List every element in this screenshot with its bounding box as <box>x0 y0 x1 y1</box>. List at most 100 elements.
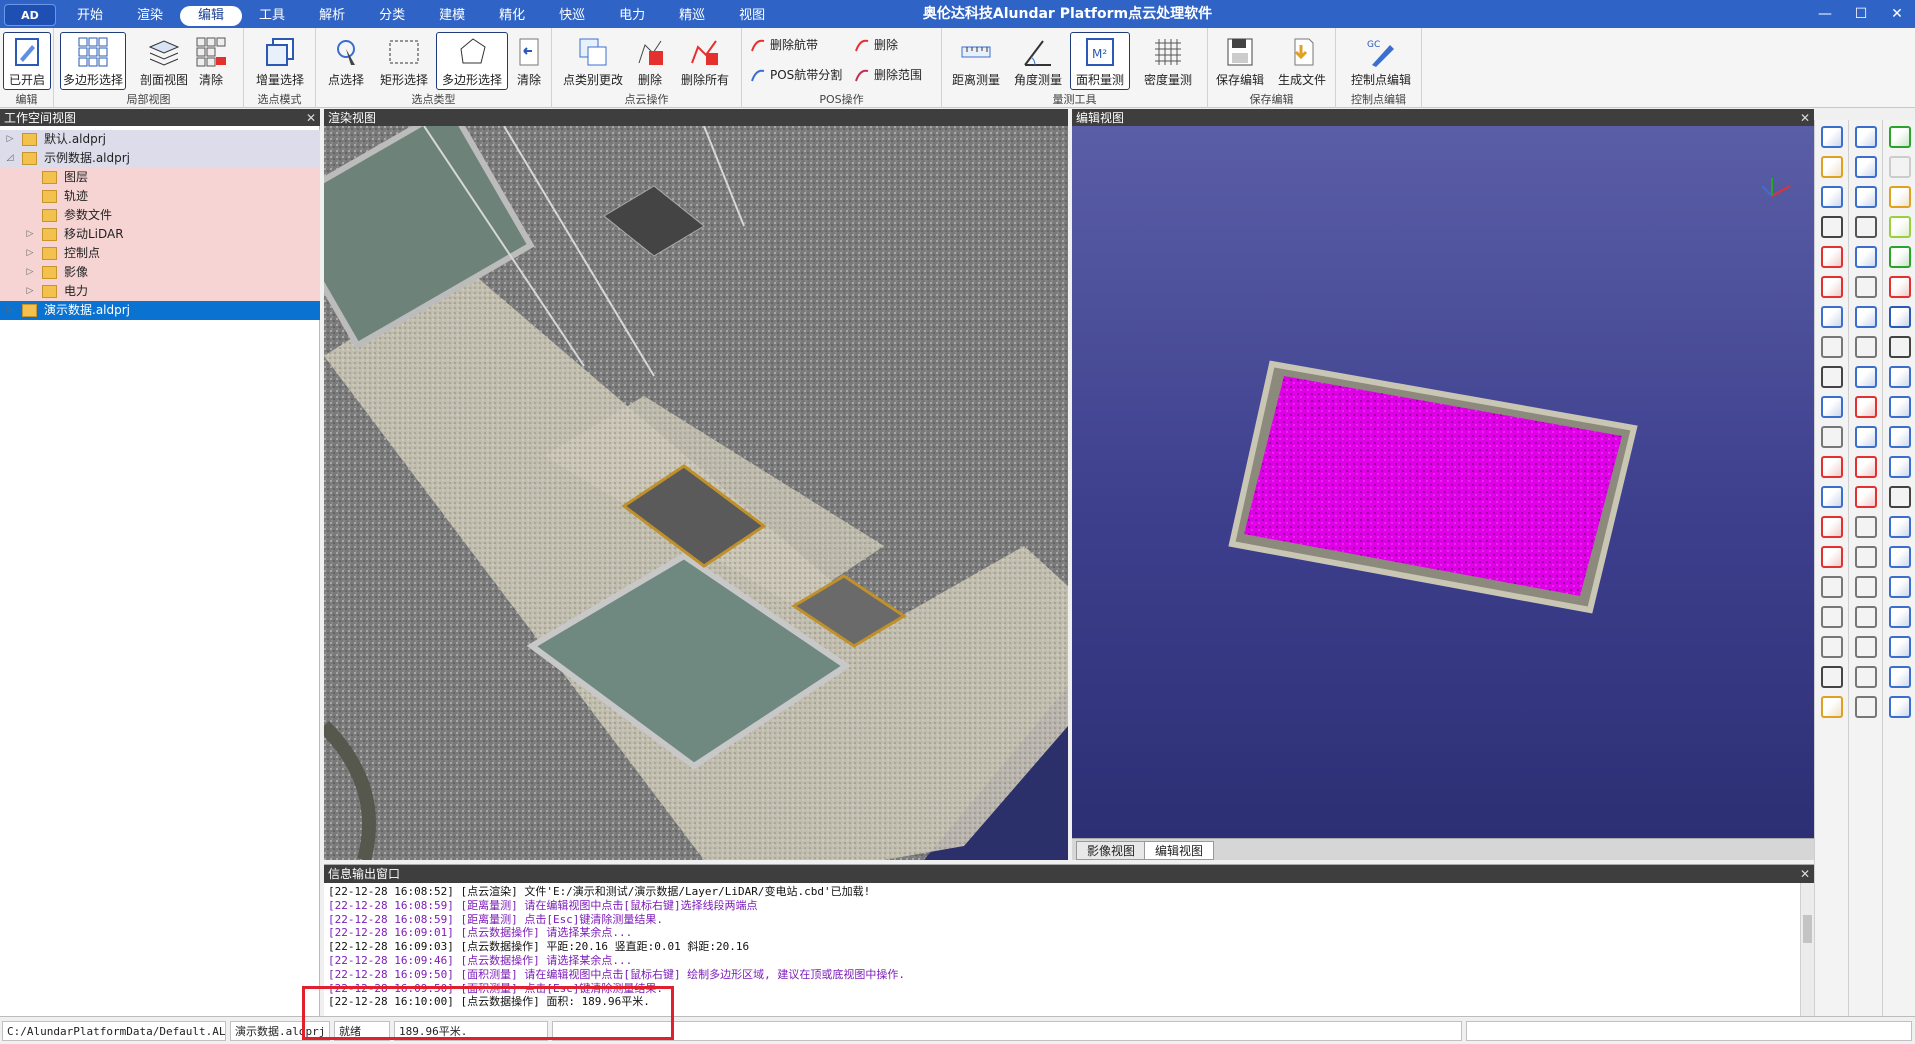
tool-icon[interactable] <box>1889 186 1911 208</box>
tool-icon[interactable] <box>1889 546 1911 568</box>
tool-icon[interactable] <box>1889 306 1911 328</box>
tool-icon[interactable] <box>1821 156 1843 178</box>
tool-icon[interactable] <box>1821 666 1843 688</box>
menu-render[interactable]: 渲染 <box>120 0 180 28</box>
app-logo[interactable]: AD <box>4 4 56 26</box>
expand-arrow-icon[interactable]: ▷ <box>24 282 36 301</box>
menu-power[interactable]: 电力 <box>602 0 662 28</box>
tool-icon[interactable] <box>1855 486 1877 508</box>
tool-icon[interactable] <box>1889 516 1911 538</box>
tool-icon[interactable] <box>1855 606 1877 628</box>
tool-icon[interactable] <box>1855 666 1877 688</box>
rect-select-button[interactable]: 矩形选择 <box>374 32 434 90</box>
classify-change-button[interactable]: 点类别更改 <box>560 32 626 90</box>
tool-icon[interactable] <box>1855 516 1877 538</box>
delete-range-button[interactable]: 删除范围 <box>852 64 922 86</box>
close-icon[interactable]: ✕ <box>1879 0 1915 28</box>
tool-icon[interactable] <box>1821 186 1843 208</box>
close-icon[interactable]: ✕ <box>1800 865 1810 883</box>
expand-arrow-icon[interactable]: ▷ <box>4 301 16 320</box>
point-select-button[interactable]: 点选择 <box>320 32 372 90</box>
ctrl-point-edit-button[interactable]: GC 控制点编辑 <box>1346 32 1416 90</box>
tool-icon[interactable] <box>1821 246 1843 268</box>
tool-icon[interactable] <box>1889 576 1911 598</box>
expand-arrow-icon[interactable]: ▷ <box>24 263 36 282</box>
expand-arrow-icon[interactable]: ▷ <box>24 225 36 244</box>
tool-icon[interactable] <box>1855 186 1877 208</box>
tool-icon[interactable] <box>1855 396 1877 418</box>
tool-icon[interactable] <box>1889 606 1911 628</box>
tree-item[interactable]: 轨迹 <box>0 187 320 206</box>
tool-icon[interactable] <box>1821 216 1843 238</box>
profile-view-button[interactable]: 剖面视图 <box>134 32 194 90</box>
menu-tools[interactable]: 工具 <box>242 0 302 28</box>
save-edit-button[interactable]: 保存编辑 <box>1210 32 1270 90</box>
tool-icon[interactable] <box>1855 636 1877 658</box>
tool-icon[interactable] <box>1889 426 1911 448</box>
incremental-select-button[interactable]: 增量选择 <box>250 32 310 90</box>
tool-icon[interactable] <box>1855 696 1877 718</box>
tool-icon[interactable] <box>1821 576 1843 598</box>
distance-measure-button[interactable]: 距离测量 <box>946 32 1006 90</box>
tool-icon[interactable] <box>1855 456 1877 478</box>
minimize-icon[interactable]: — <box>1807 0 1843 28</box>
tool-icon[interactable] <box>1821 456 1843 478</box>
tool-icon[interactable] <box>1821 276 1843 298</box>
render-view-canvas[interactable] <box>324 126 1068 860</box>
maximize-icon[interactable]: ☐ <box>1843 0 1879 28</box>
tool-icon[interactable] <box>1821 696 1843 718</box>
menu-start[interactable]: 开始 <box>60 0 120 28</box>
menu-model[interactable]: 建模 <box>422 0 482 28</box>
tool-icon[interactable] <box>1889 636 1911 658</box>
menu-fine-patrol[interactable]: 精巡 <box>662 0 722 28</box>
clear-select-button[interactable]: 清除 <box>510 32 548 90</box>
menu-analyze[interactable]: 解析 <box>302 0 362 28</box>
tool-icon[interactable] <box>1889 696 1911 718</box>
tool-icon[interactable] <box>1889 276 1911 298</box>
tab-edit-view[interactable]: 编辑视图 <box>1144 841 1215 860</box>
menu-view[interactable]: 视图 <box>722 0 782 28</box>
delete-route-button[interactable]: 删除航带 <box>748 34 818 56</box>
close-icon[interactable]: ✕ <box>306 109 316 127</box>
tool-icon[interactable] <box>1855 306 1877 328</box>
tool-icon[interactable] <box>1821 636 1843 658</box>
menu-edit[interactable]: 编辑 <box>180 6 243 26</box>
scroll-thumb[interactable] <box>1803 915 1812 943</box>
pos-delete-button[interactable]: 删除 <box>852 34 898 56</box>
tool-icon[interactable] <box>1889 456 1911 478</box>
tool-icon[interactable] <box>1821 606 1843 628</box>
tool-icon[interactable] <box>1821 516 1843 538</box>
edit-view-canvas[interactable] <box>1072 126 1814 838</box>
tool-icon[interactable] <box>1821 486 1843 508</box>
tool-icon[interactable] <box>1855 546 1877 568</box>
tool-icon[interactable] <box>1889 486 1911 508</box>
tool-icon[interactable] <box>1855 276 1877 298</box>
tool-icon[interactable] <box>1855 426 1877 448</box>
log-scrollbar[interactable] <box>1800 883 1814 1017</box>
tool-icon[interactable] <box>1889 336 1911 358</box>
tree-item[interactable]: ▷ 演示数据.aldprj <box>0 301 320 320</box>
tool-icon[interactable] <box>1821 426 1843 448</box>
expand-arrow-icon[interactable]: ◿ <box>4 149 16 168</box>
tool-icon[interactable] <box>1855 246 1877 268</box>
tool-icon[interactable] <box>1855 216 1877 238</box>
tool-icon[interactable] <box>1821 546 1843 568</box>
menu-quick-patrol[interactable]: 快巡 <box>542 0 602 28</box>
tree-item[interactable]: 参数文件 <box>0 206 320 225</box>
tool-icon[interactable] <box>1821 336 1843 358</box>
menu-classify[interactable]: 分类 <box>362 0 422 28</box>
tree-item[interactable]: ◿ 示例数据.aldprj <box>0 149 320 168</box>
tool-icon[interactable] <box>1855 576 1877 598</box>
tool-icon[interactable] <box>1855 336 1877 358</box>
tool-icon[interactable] <box>1889 666 1911 688</box>
tool-icon[interactable] <box>1821 306 1843 328</box>
tool-icon[interactable] <box>1821 366 1843 388</box>
delete-button[interactable]: 删除 <box>628 32 672 90</box>
poly-select-view-button[interactable]: 多边形选择 <box>60 32 126 90</box>
delete-all-button[interactable]: 删除所有 <box>674 32 736 90</box>
gen-file-button[interactable]: 生成文件 <box>1272 32 1332 90</box>
tree-item[interactable]: ▷ 控制点 <box>0 244 320 263</box>
poly-select-button[interactable]: 多边形选择 <box>436 32 508 90</box>
density-measure-button[interactable]: 密度量测 <box>1138 32 1198 90</box>
tool-icon[interactable] <box>1889 156 1911 178</box>
